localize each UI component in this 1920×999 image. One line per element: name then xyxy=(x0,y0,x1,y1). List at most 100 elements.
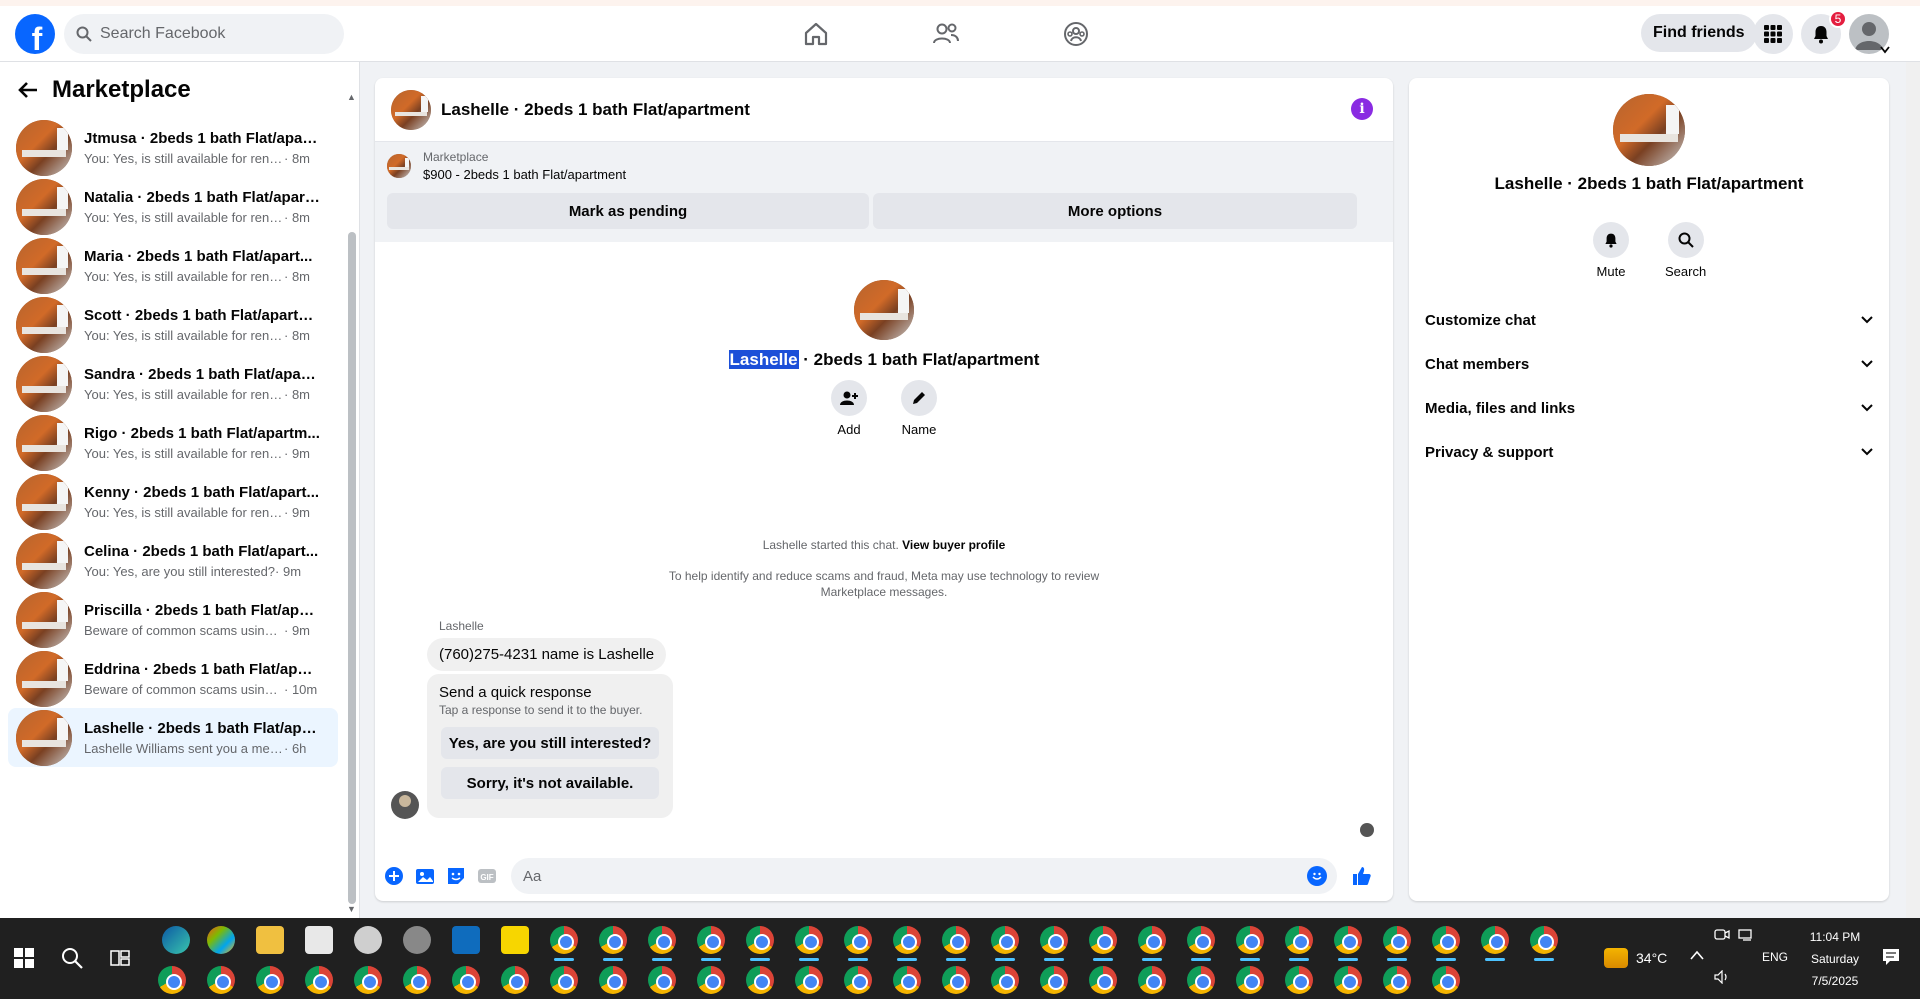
chrome-icon[interactable] xyxy=(452,966,480,994)
chrome-icon[interactable] xyxy=(1285,926,1313,954)
sticky-notes-icon[interactable] xyxy=(501,926,529,954)
network-icon[interactable] xyxy=(1738,928,1756,942)
file-explorer-icon[interactable] xyxy=(256,926,284,954)
chrome-icon[interactable] xyxy=(1236,926,1264,954)
chrome-icon[interactable] xyxy=(1138,966,1166,994)
chrome-icon[interactable] xyxy=(991,926,1019,954)
chrome-icon[interactable] xyxy=(207,966,235,994)
sender-avatar[interactable] xyxy=(391,791,419,819)
chrome-icon[interactable] xyxy=(354,966,382,994)
weather-icon[interactable] xyxy=(1604,948,1628,968)
home-icon[interactable] xyxy=(800,16,832,52)
chrome-icon[interactable] xyxy=(550,966,578,994)
conversation-item[interactable]: Kenny · 2beds 1 bath Flat/apart... You: Y… xyxy=(8,472,338,531)
conversation-item[interactable]: Jtmusa · 2beds 1 bath Flat/apart... You: … xyxy=(8,118,338,177)
chrome-icon[interactable] xyxy=(1432,926,1460,954)
page-scrollbar[interactable] xyxy=(1906,62,1920,918)
view-buyer-profile-link[interactable]: View buyer profile xyxy=(902,538,1005,552)
chrome-icon[interactable] xyxy=(599,926,627,954)
menu-grid-button[interactable] xyxy=(1753,14,1793,54)
privacy-support-section[interactable]: Privacy & support xyxy=(1425,430,1873,474)
chrome-icon[interactable] xyxy=(1187,926,1215,954)
sticker-icon[interactable] xyxy=(445,865,467,887)
quick-response-not-available-button[interactable]: Sorry, it's not available. xyxy=(441,767,659,799)
chrome-icon[interactable] xyxy=(697,926,725,954)
find-friends-button[interactable]: Find friends xyxy=(1641,14,1757,52)
incoming-message[interactable]: (760)275-4231 name is Lashelle xyxy=(427,638,667,671)
chrome-icon[interactable] xyxy=(1187,966,1215,994)
chrome-icon[interactable] xyxy=(697,966,725,994)
chrome-icon[interactable] xyxy=(942,966,970,994)
conversation-item[interactable]: Priscilla · 2beds 1 bath Flat/apart... Be… xyxy=(8,590,338,649)
chrome-icon[interactable] xyxy=(1089,926,1117,954)
copilot-icon[interactable] xyxy=(207,926,235,954)
microsoft-store-icon[interactable] xyxy=(305,926,333,954)
back-arrow-icon[interactable] xyxy=(18,81,38,99)
scroll-down-arrow[interactable]: ▼ xyxy=(347,904,356,914)
friends-icon[interactable] xyxy=(930,16,962,52)
mark-as-pending-button[interactable]: Mark as pending xyxy=(387,193,869,229)
gif-icon[interactable]: GIF xyxy=(476,865,498,887)
chrome-icon[interactable] xyxy=(795,966,823,994)
chrome-icon[interactable] xyxy=(844,966,872,994)
chrome-icon[interactable] xyxy=(1481,926,1509,954)
chrome-icon[interactable] xyxy=(1383,966,1411,994)
chrome-icon[interactable] xyxy=(1530,926,1558,954)
conversation-item[interactable]: Lashelle · 2beds 1 bath Flat/apar... Lash… xyxy=(8,708,338,767)
listing-description[interactable]: $900 - 2beds 1 bath Flat/apartment xyxy=(423,167,626,182)
chrome-icon[interactable] xyxy=(648,926,676,954)
outlook-icon[interactable] xyxy=(452,926,480,954)
meet-now-icon[interactable] xyxy=(1714,928,1730,942)
info-icon[interactable]: i xyxy=(1351,98,1373,120)
photo-icon[interactable] xyxy=(414,865,436,887)
temperature[interactable]: 34°C xyxy=(1636,950,1667,966)
windows-start-icon[interactable] xyxy=(14,948,34,968)
chrome-icon[interactable] xyxy=(1432,966,1460,994)
chrome-icon[interactable] xyxy=(1383,926,1411,954)
chrome-icon[interactable] xyxy=(893,966,921,994)
chrome-icon[interactable] xyxy=(1138,926,1166,954)
chrome-icon[interactable] xyxy=(893,926,921,954)
mute-button[interactable]: Mute xyxy=(1593,222,1629,279)
media-files-links-section[interactable]: Media, files and links xyxy=(1425,386,1873,430)
chrome-icon[interactable] xyxy=(1040,966,1068,994)
chrome-icon[interactable] xyxy=(403,966,431,994)
groups-icon[interactable] xyxy=(1060,16,1092,52)
scroll-up-arrow[interactable]: ▲ xyxy=(347,92,356,102)
chrome-icon[interactable] xyxy=(1334,966,1362,994)
paint-icon[interactable] xyxy=(354,926,382,954)
chrome-icon[interactable] xyxy=(1285,966,1313,994)
clock-day[interactable]: Saturday xyxy=(1804,952,1866,966)
plus-icon[interactable] xyxy=(383,865,405,887)
chat-members-section[interactable]: Chat members xyxy=(1425,342,1873,386)
chrome-icon[interactable] xyxy=(746,926,774,954)
chrome-icon[interactable] xyxy=(550,926,578,954)
more-options-button[interactable]: More options xyxy=(873,193,1357,229)
conversation-item[interactable]: Scott · 2beds 1 bath Flat/apartm... You: … xyxy=(8,295,338,354)
conversation-item[interactable]: Natalia · 2beds 1 bath Flat/apart... You:… xyxy=(8,177,338,236)
notification-center-icon[interactable] xyxy=(1882,948,1900,966)
search-facebook-input[interactable]: Search Facebook xyxy=(64,14,344,54)
notifications-button[interactable]: 5 xyxy=(1801,10,1847,54)
chrome-icon[interactable] xyxy=(844,926,872,954)
like-thumbs-up-icon[interactable] xyxy=(1351,865,1373,887)
chrome-icon[interactable] xyxy=(991,966,1019,994)
chrome-icon[interactable] xyxy=(158,966,186,994)
chrome-icon[interactable] xyxy=(599,966,627,994)
facebook-logo[interactable]: f xyxy=(15,14,55,54)
chrome-icon[interactable] xyxy=(501,966,529,994)
add-people-button[interactable]: Add xyxy=(831,380,867,437)
clock-time[interactable]: 11:04 PM xyxy=(1804,930,1866,944)
task-view-icon[interactable] xyxy=(110,948,130,968)
conversation-item[interactable]: Rigo · 2beds 1 bath Flat/apartm... You: Y… xyxy=(8,413,338,472)
chrome-icon[interactable] xyxy=(1040,926,1068,954)
conversation-item[interactable]: Celina · 2beds 1 bath Flat/apart... You: … xyxy=(8,531,338,590)
chrome-icon[interactable] xyxy=(942,926,970,954)
quick-response-interested-button[interactable]: Yes, are you still interested? xyxy=(441,727,659,759)
chrome-icon[interactable] xyxy=(1236,966,1264,994)
chrome-icon[interactable] xyxy=(256,966,284,994)
message-input[interactable]: Aa xyxy=(511,858,1337,894)
taskbar-search-icon[interactable] xyxy=(60,946,84,970)
emoji-icon[interactable] xyxy=(1307,866,1327,886)
customize-chat-section[interactable]: Customize chat xyxy=(1425,298,1873,342)
